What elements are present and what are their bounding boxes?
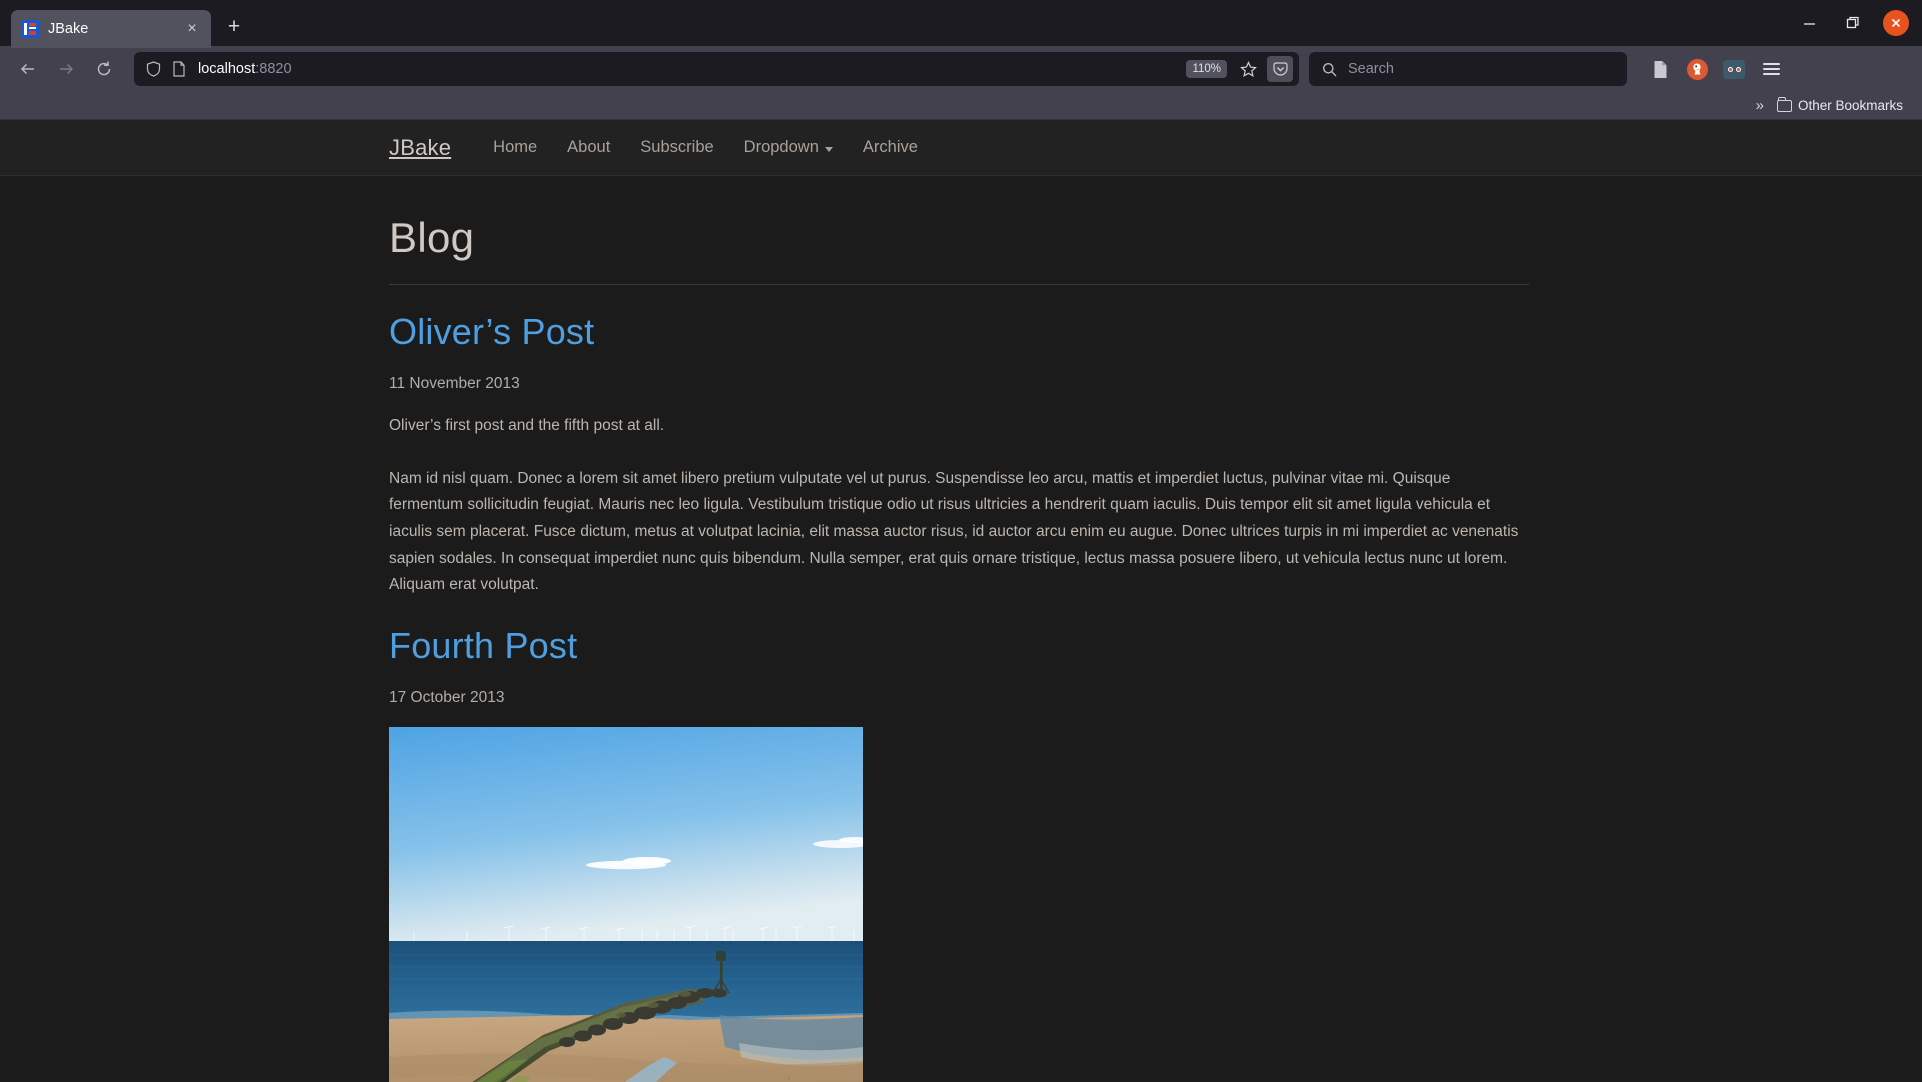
reader-view-icon[interactable] (1643, 53, 1677, 85)
jbake-favicon (21, 20, 39, 38)
nav-label: About (567, 138, 611, 156)
close-window-button[interactable] (1876, 3, 1916, 43)
tab-title: JBake (48, 21, 89, 37)
new-tab-button[interactable]: + (218, 11, 250, 43)
page-info-icon[interactable] (169, 59, 189, 79)
navigation-toolbar: localhost:8820 110% Search (0, 46, 1922, 92)
window-controls (1788, 0, 1916, 46)
post-date: 11 November 2013 (389, 375, 520, 392)
post-body: Nam id nisl quam. Donec a lorem sit amet… (389, 469, 1519, 594)
post-title-link[interactable]: Fourth Post (389, 625, 577, 666)
search-placeholder: Search (1348, 61, 1394, 77)
minimize-button[interactable] (1788, 3, 1830, 43)
nav-label: Home (493, 138, 538, 156)
search-bar[interactable]: Search (1309, 52, 1627, 86)
title-divider (389, 284, 1529, 285)
tab-strip: JBake × + (0, 0, 1922, 48)
site-brand[interactable]: JBake (389, 135, 466, 161)
maximize-button[interactable] (1832, 3, 1874, 43)
pocket-icon[interactable] (1267, 56, 1293, 82)
other-bookmarks-folder[interactable]: Other Bookmarks (1772, 96, 1908, 115)
back-button[interactable] (10, 52, 46, 86)
chevron-down-icon (824, 147, 833, 152)
app-menu-button[interactable] (1754, 53, 1788, 85)
beach-groyne-photo (389, 726, 863, 1082)
close-icon (1883, 10, 1909, 36)
post-intro: Oliver’s first post and the fifth post a… (389, 417, 665, 434)
folder-icon (1776, 96, 1792, 112)
bot-avatar-icon[interactable] (1717, 53, 1751, 85)
hamburger-icon (1762, 63, 1780, 75)
post-title: Oliver’s Post (389, 311, 1529, 353)
nav-label: Subscribe (640, 138, 714, 156)
post-title: Fourth Post (389, 625, 1529, 667)
duckduckgo-privacy-icon[interactable] (1680, 53, 1714, 85)
url-text: localhost:8820 (198, 61, 292, 77)
nav-item-about[interactable]: About (552, 138, 625, 157)
post-item: Oliver’s Post 11 November 2013 Oliver’s … (389, 311, 1529, 599)
browser-window: JBake × + localhost:8820 110% Search » O… (0, 0, 1922, 1082)
nav-label: Archive (862, 138, 918, 156)
page-title: Blog (389, 214, 475, 261)
nav-label: Dropdown (743, 138, 819, 156)
search-icon (1319, 59, 1339, 79)
nav-item-dropdown[interactable]: Dropdown (729, 138, 848, 157)
bot-glyph (1723, 59, 1745, 79)
bookmarks-bar: » Other Bookmarks (0, 92, 1922, 120)
nav-item-home[interactable]: Home (478, 138, 552, 157)
nav-item-subscribe[interactable]: Subscribe (625, 138, 728, 157)
post-item: Fourth Post 17 October 2013 (389, 625, 1529, 1082)
post-date: 17 October 2013 (389, 688, 505, 706)
shield-icon[interactable] (143, 59, 163, 79)
forward-button[interactable] (48, 52, 84, 86)
close-tab-icon[interactable]: × (181, 18, 203, 40)
page-content: Blog Oliver’s Post 11 November 2013 Oliv… (0, 176, 1922, 1082)
page-viewport: JBake Home About Subscribe Dropdown Arch… (0, 120, 1922, 1082)
nav-item-archive[interactable]: Archive (848, 138, 933, 157)
site-navbar: JBake Home About Subscribe Dropdown Arch… (0, 120, 1922, 176)
post-title-link[interactable]: Oliver’s Post (389, 311, 594, 352)
other-bookmarks-label: Other Bookmarks (1797, 98, 1903, 113)
ddg-glyph (1686, 58, 1708, 80)
bookmarks-overflow-icon[interactable]: » (1756, 97, 1764, 114)
zoom-level-badge[interactable]: 110% (1186, 60, 1227, 78)
beach-photo-illustration (389, 726, 863, 1082)
reload-button[interactable] (86, 52, 122, 86)
browser-tab[interactable]: JBake × (11, 10, 211, 48)
star-icon[interactable] (1235, 56, 1261, 82)
address-bar[interactable]: localhost:8820 110% (134, 52, 1299, 86)
toolbar-extensions (1643, 53, 1788, 85)
